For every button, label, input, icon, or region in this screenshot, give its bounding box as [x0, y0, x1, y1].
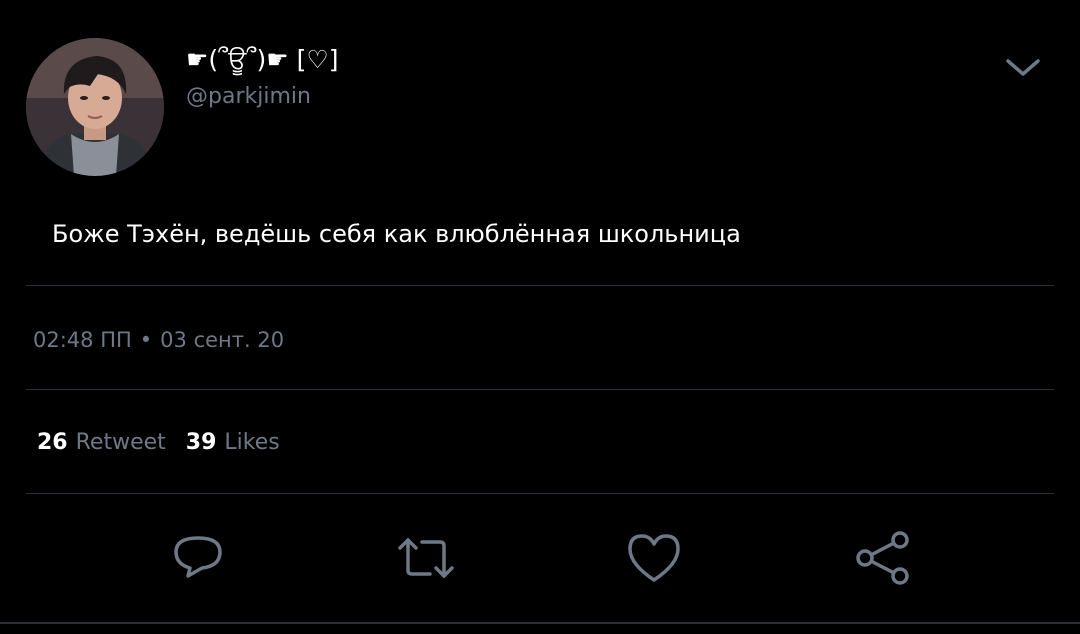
retweets-stat[interactable]: 26 Retweet [37, 426, 166, 460]
divider [26, 389, 1054, 390]
divider [26, 493, 1054, 494]
divider [26, 285, 1054, 286]
heart-icon[interactable] [624, 528, 684, 588]
likes-stat[interactable]: 39 Likes [186, 426, 280, 460]
retweets-label: Retweet [75, 430, 166, 455]
share-icon[interactable] [852, 528, 912, 588]
avatar-photo [26, 38, 164, 176]
author-handle[interactable]: @parkjimin [186, 82, 311, 112]
tweet-text: Боже Тэхён, ведёшь себя как влюблённая ш… [52, 220, 741, 248]
retweets-count: 26 [37, 430, 68, 455]
bottom-divider [0, 622, 1080, 624]
tweet-time: 02:48 ПП [33, 328, 132, 352]
avatar[interactable] [26, 38, 164, 176]
chevron-down-icon[interactable] [1002, 52, 1044, 84]
likes-count: 39 [185, 430, 217, 455]
tweet-stats: 26 Retweet 39 Likes [37, 426, 280, 460]
likes-label: Likes [224, 430, 280, 455]
author-display-name[interactable]: ☛(՞ਊ՞)☛ [♡] [186, 42, 339, 78]
reply-icon[interactable] [168, 528, 228, 588]
tweet-date: 03 сент. 20 [160, 328, 285, 352]
tweet-timestamp: 02:48 ПП • 03 сент. 20 [33, 324, 284, 356]
retweet-icon[interactable] [396, 528, 456, 588]
timestamp-separator: • [139, 328, 153, 352]
